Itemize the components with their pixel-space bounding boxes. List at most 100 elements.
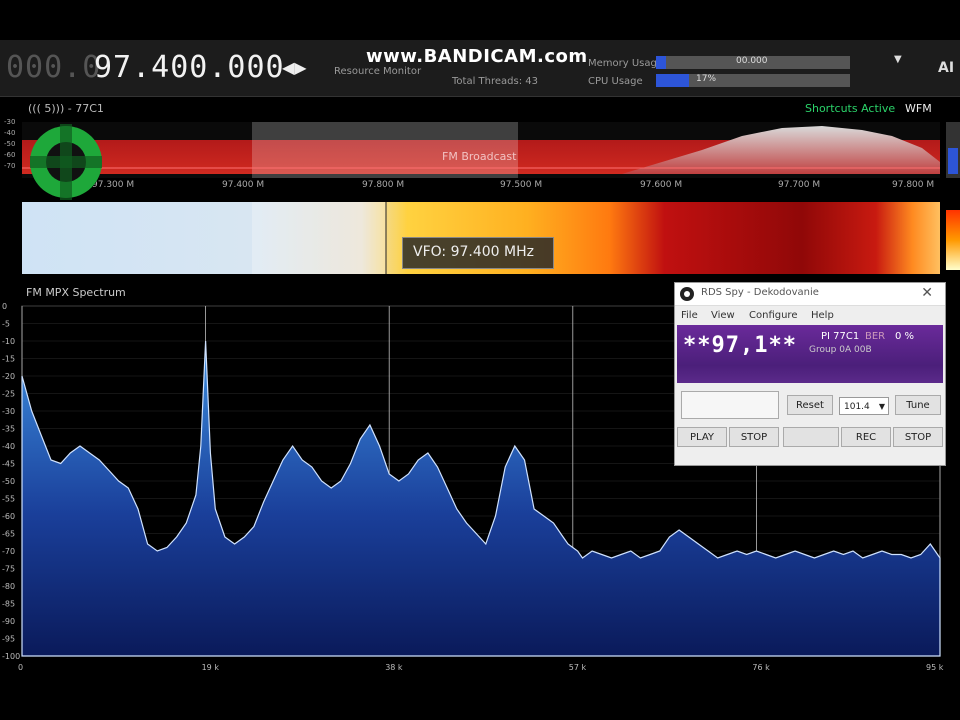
y-tick-label: -95 [2,635,15,644]
rds-window-title: RDS Spy - Dekodovanie [701,287,819,298]
bandicam-watermark: www.BANDICAM.com [366,46,588,67]
y-tick-label: -5 [2,320,10,329]
x-tick-label: 76 k [752,663,770,672]
y-tick-label: -90 [2,617,15,626]
rf-spectrum-panel[interactable]: FM Broadcast [22,122,940,178]
shortcuts-status: Shortcuts Active [805,102,896,115]
y-tick-label: -30 [2,407,15,416]
station-label: ((( 5))) - 77C1 [28,102,104,115]
rf-frequency-axis: 97.300 M 97.400 M 97.800 M 97.500 M 97.6… [22,180,940,194]
db-tick: -40 [4,129,16,137]
total-threads-label: Total Threads: 43 [452,76,538,87]
blank-button[interactable] [783,427,839,447]
menu-view[interactable]: View [711,310,735,321]
rds-display-panel: **97,1** PI 77C1 BER 0 % Group 0A 00B [677,325,943,383]
y-tick-label: -20 [2,372,15,381]
rds-titlebar[interactable]: RDS Spy - Dekodovanie ✕ [675,283,945,306]
y-tick-label: -65 [2,530,15,539]
db-tick: -70 [4,162,16,170]
vfo-tooltip: VFO: 97.400 MHz [402,237,554,269]
band-label: FM Broadcast [442,150,517,163]
frequency-display[interactable]: 97.400.000 [94,50,285,85]
freq-tick: 97.600 M [640,180,683,190]
y-tick-label: -50 [2,477,15,486]
sdr-app-logo-icon [30,124,102,200]
waterfall-color-scale [946,210,960,270]
x-tick-label: 38 k [385,663,403,672]
rds-status-area: PI 77C1 BER 0 % Group 0A 00B [809,329,939,359]
chevron-down-icon: ▼ [878,402,885,411]
tune-button[interactable]: Tune [895,395,941,415]
rds-ps-name: **97,1** [683,333,797,358]
frequency-leading-digits[interactable]: 000.0 [6,50,101,85]
play-button[interactable]: PLAY [677,427,727,447]
mpx-x-axis: 0 19 k 38 k 57 k 76 k 95 k [18,663,944,672]
y-tick-label: -15 [2,355,15,364]
x-tick-label: 57 k [569,663,587,672]
memory-usage-value: 00.000 [736,56,768,66]
demod-mode[interactable]: WFM [905,102,932,115]
vfo-label: VFO: 97.400 MHz [413,244,534,260]
y-tick-label: -70 [2,547,15,556]
freq-tick: 97.400 M [222,180,265,190]
stop-button[interactable]: STOP [729,427,779,447]
cpu-usage-fill [656,74,689,87]
x-tick-label: 95 k [926,663,944,672]
cpu-usage-meter: 17% [656,74,850,87]
source-select[interactable]: 101.4 ▼ [839,397,889,415]
menu-configure[interactable]: Configure [749,310,797,321]
stop-rec-button[interactable]: STOP [893,427,943,447]
memory-usage-fill [656,56,666,69]
y-tick-label: -80 [2,582,15,591]
rf-level-bar[interactable] [946,122,960,178]
freq-tick: 97.800 M [892,180,935,190]
menu-file[interactable]: File [681,310,698,321]
info-row: ((( 5))) - 77C1 Shortcuts Active WFM [0,100,960,120]
rds-controls: Reset 101.4 ▼ Tune PLAY STOP REC STOP [677,387,943,461]
db-tick: -50 [4,140,16,148]
y-tick-label: -40 [2,442,15,451]
freq-tick: 97.800 M [362,180,405,190]
x-tick-label: 19 k [202,663,220,672]
tune-arrows-icon[interactable]: ◀▶ [282,58,307,77]
freq-tick: 97.500 M [500,180,543,190]
memory-usage-label: Memory Usage [588,58,664,69]
rf-level-fill [948,148,958,174]
y-tick-label: -100 [2,652,20,661]
db-tick: -60 [4,151,16,159]
rds-ber-label: BER [865,331,886,342]
y-tick-label: -25 [2,390,15,399]
y-tick-label: -45 [2,460,15,469]
rds-group-info: Group 0A 00B [809,345,872,355]
source-select-value: 101.4 [844,402,870,412]
db-tick: -30 [4,118,16,126]
app-logo: AI [938,60,955,76]
rds-source-fields[interactable] [681,391,779,419]
x-tick-label: 0 [18,663,23,672]
y-tick-label: -85 [2,600,15,609]
freq-tick: 97.700 M [778,180,821,190]
rds-pi-code: PI 77C1 [821,331,860,342]
cpu-usage-value: 17% [696,74,717,84]
menu-caret-icon[interactable]: ▼ [894,54,902,65]
y-tick-label: -75 [2,565,15,574]
reset-button[interactable]: Reset [787,395,833,415]
rds-app-icon [680,287,694,301]
y-tick-label: -35 [2,425,15,434]
y-tick-label: -10 [2,337,15,346]
waterfall-passband [252,202,386,274]
rds-ber-value: 0 % [895,331,915,342]
y-tick-label: -55 [2,495,15,504]
mpx-y-axis: 0 -5 -10 -15 -20 -25 -30 -35 -40 -45 -50 -55 -60 -65 -… [2,302,20,661]
resource-monitor-label: Resource Monitor [334,66,422,77]
rec-button[interactable]: REC [841,427,891,447]
rds-menubar: File View Configure Help [675,307,945,325]
top-toolbar: 000.0 97.400.000 ◀▶ Resource Monitor Tot… [0,40,960,97]
close-icon[interactable]: ✕ [921,285,933,301]
rds-spy-window[interactable]: RDS Spy - Dekodovanie ✕ File View Config… [674,282,946,466]
menu-help[interactable]: Help [811,310,834,321]
y-tick-label: -60 [2,512,15,521]
cpu-usage-label: CPU Usage [588,76,643,87]
y-tick-label: 0 [2,302,7,311]
memory-usage-meter: 00.000 [656,56,850,69]
